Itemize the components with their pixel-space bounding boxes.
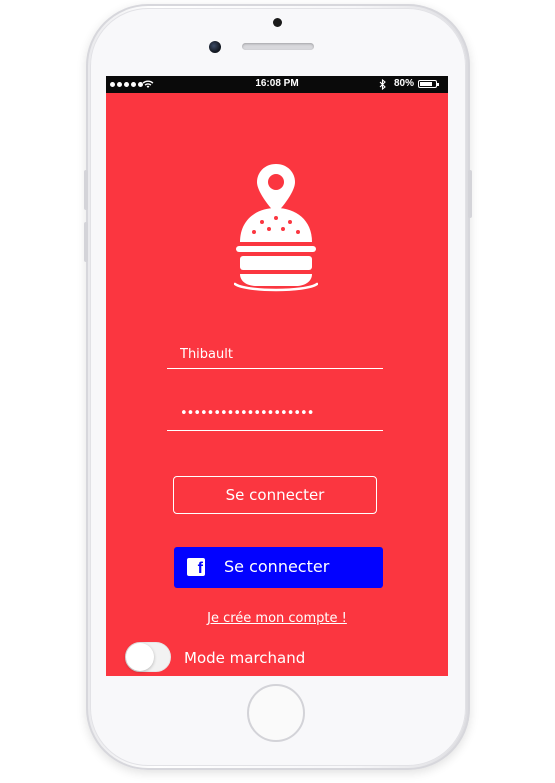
- connect-button[interactable]: Se connecter: [173, 476, 377, 514]
- front-camera: [209, 41, 221, 53]
- battery-level-fill: [420, 82, 432, 86]
- home-button[interactable]: [247, 684, 305, 742]
- merchant-mode-toggle[interactable]: [125, 642, 171, 672]
- proximity-sensor: [273, 18, 282, 27]
- bluetooth-icon: [379, 79, 386, 90]
- power-button: [468, 170, 472, 218]
- username-input[interactable]: [180, 347, 380, 362]
- facebook-connect-button[interactable]: f Se connecter: [174, 547, 383, 588]
- volume-up-button: [84, 170, 88, 210]
- app-screen: 16:08 PM 80% Thibault ••••••••••••••••••…: [106, 76, 448, 676]
- battery-percentage: 80%: [394, 78, 415, 89]
- toggle-knob: [126, 643, 154, 671]
- password-field[interactable]: ••••••••••••••••••••: [167, 396, 383, 431]
- earpiece-speaker: [242, 43, 314, 50]
- password-input[interactable]: ••••••••••••••••••••: [180, 407, 314, 420]
- battery-icon: [418, 80, 439, 88]
- create-account-link[interactable]: Je crée mon compte !: [106, 611, 448, 626]
- username-field[interactable]: [167, 334, 383, 369]
- facebook-icon: f: [187, 558, 205, 576]
- merchant-mode-label: Mode marchand: [184, 649, 306, 667]
- facebook-connect-label: Se connecter: [224, 557, 330, 576]
- burger-location-pin-icon: [234, 164, 318, 292]
- status-bar: 16:08 PM 80%: [106, 76, 448, 93]
- volume-down-button: [84, 222, 88, 262]
- page: 16:08 PM 80% Thibault ••••••••••••••••••…: [0, 0, 555, 783]
